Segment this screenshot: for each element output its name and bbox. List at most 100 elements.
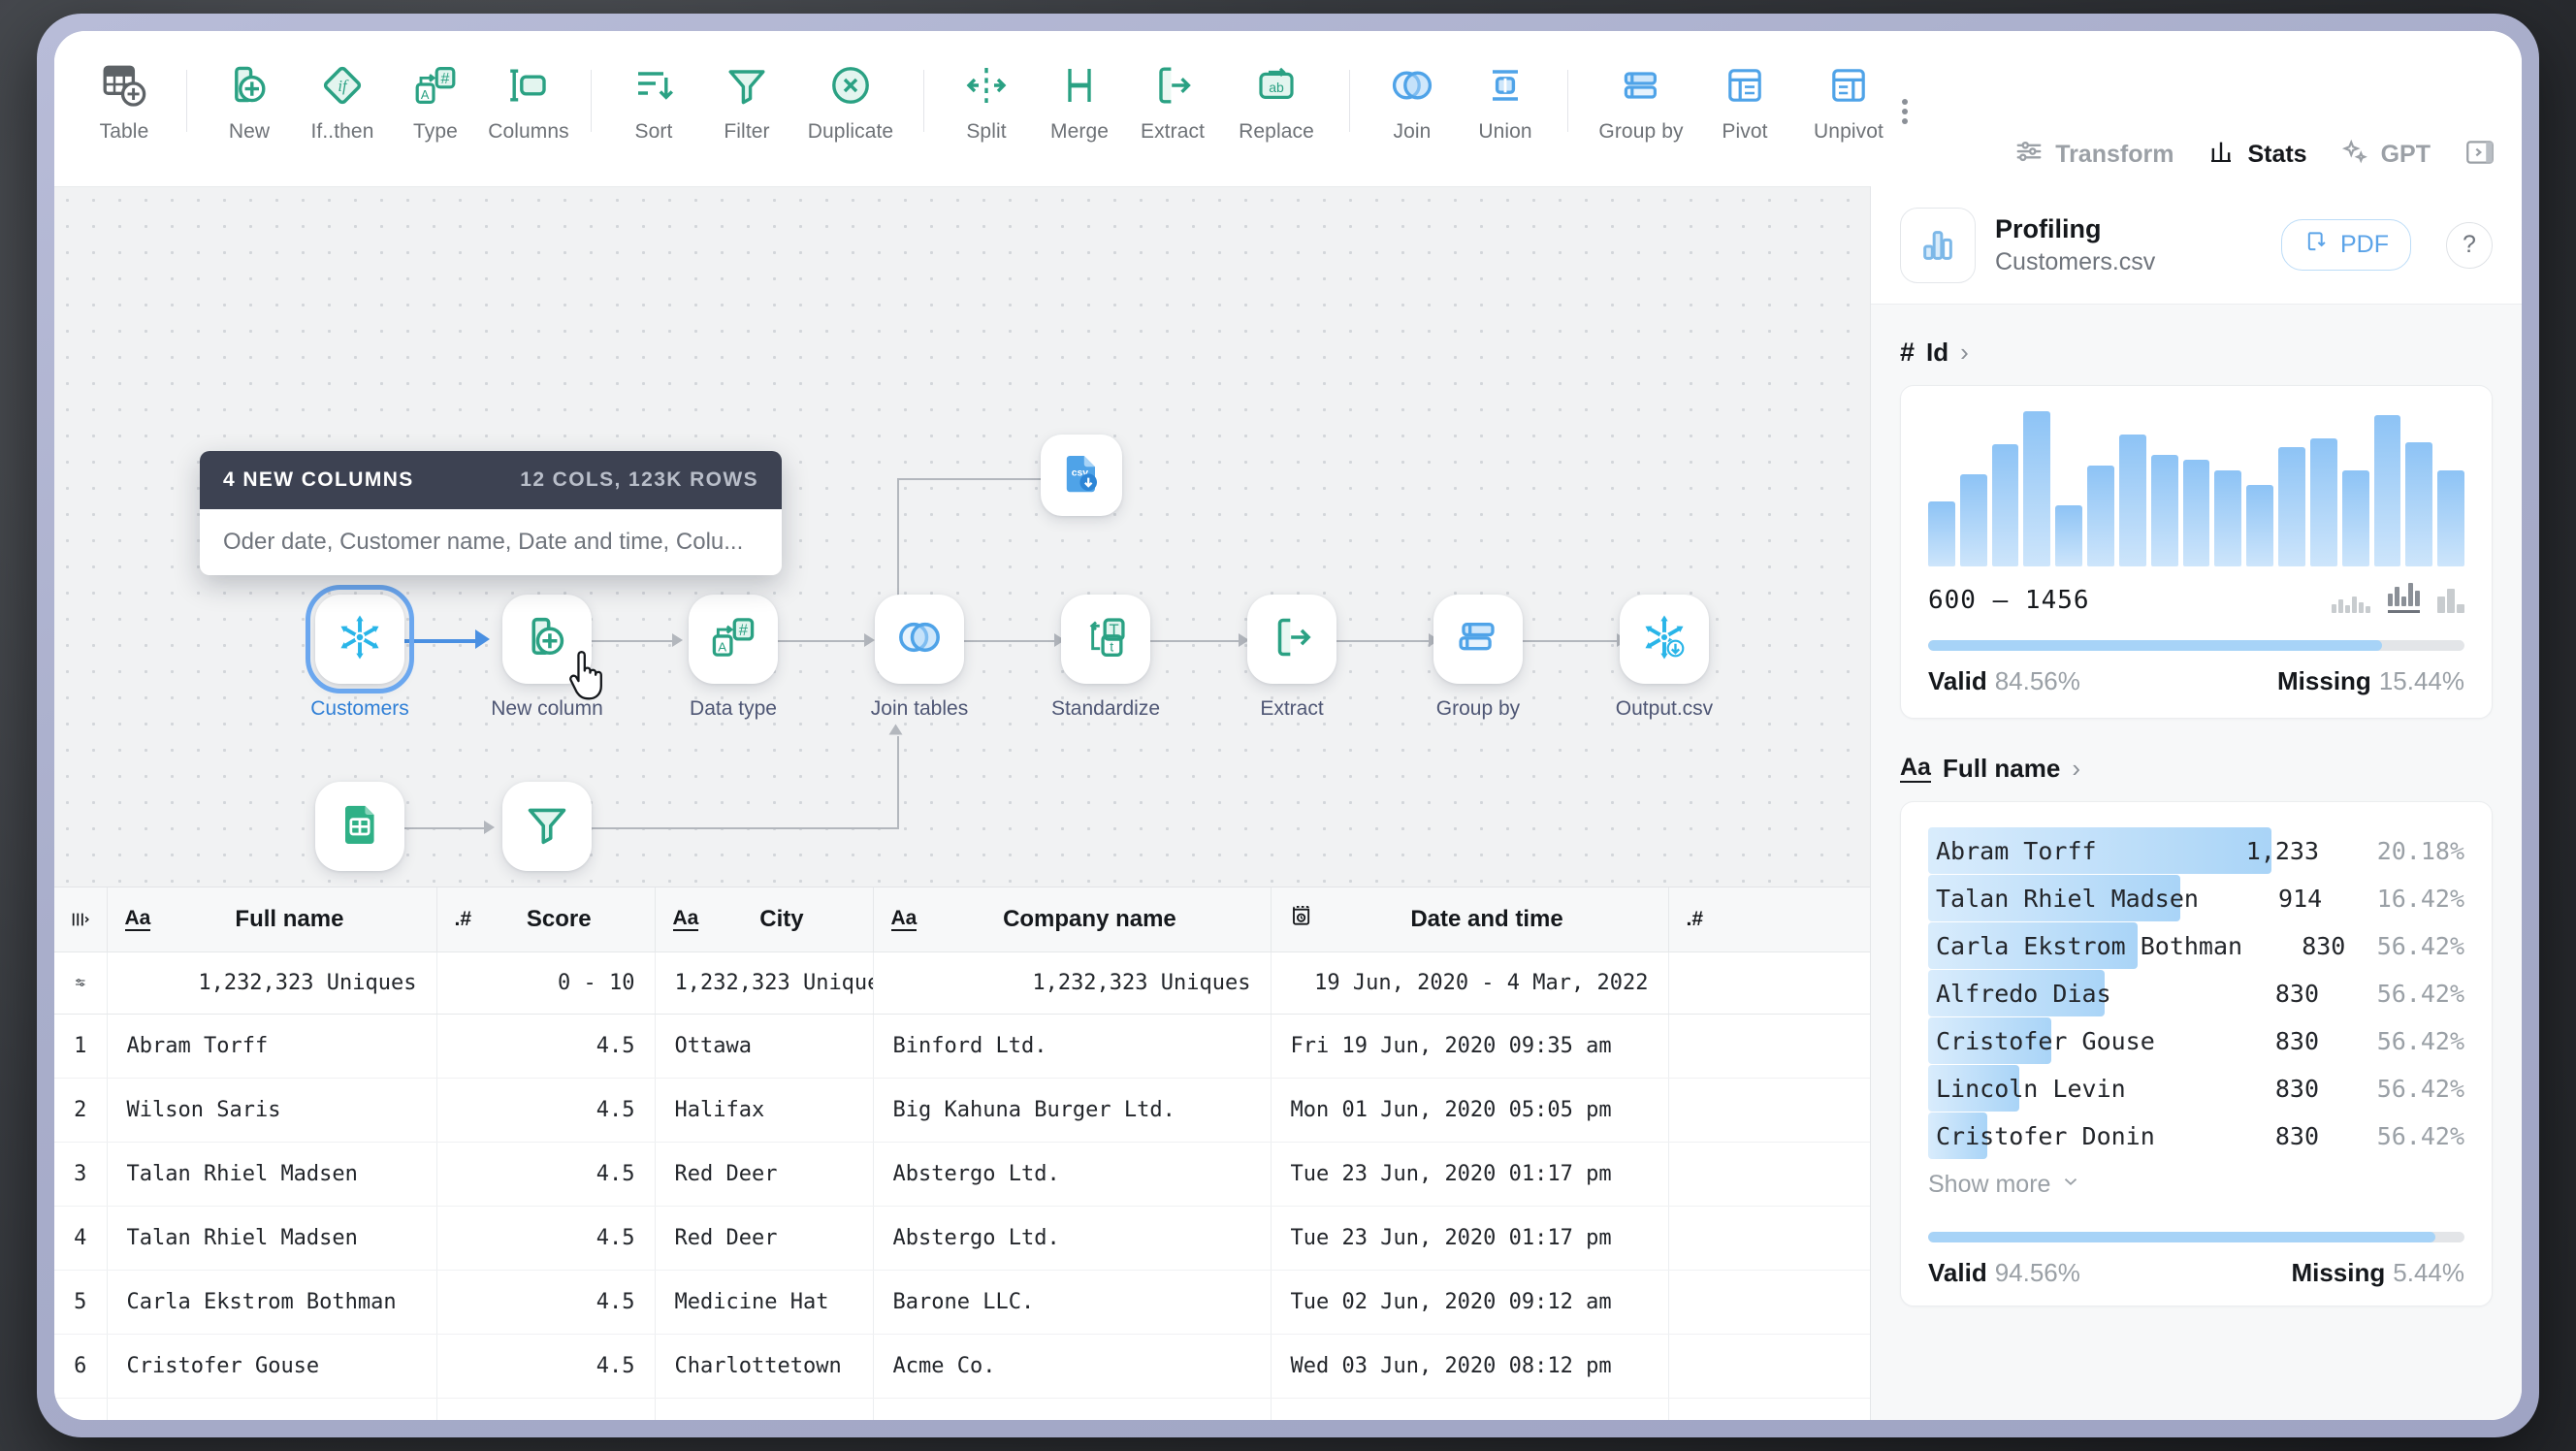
cell-date-and-time[interactable]: Tue 23 Jun, 2020 01:17 pm <box>1271 1206 1668 1270</box>
flow-node-customers[interactable]: Customers <box>294 595 426 721</box>
flow-node-box[interactable] <box>315 595 404 684</box>
cell-last[interactable] <box>1668 1398 1870 1420</box>
new-columns-callout[interactable]: 4 NEW COLUMNS 12 COLS, 123K ROWS Oder da… <box>200 451 782 575</box>
more-vertical-icon[interactable] <box>1902 95 1908 128</box>
column-header-last[interactable]: .# <box>1668 887 1870 951</box>
cell-full-name[interactable]: Carla Ekstrom Bothman <box>107 1270 436 1334</box>
flow-node-box[interactable] <box>1620 595 1709 684</box>
histogram-mode-medium[interactable] <box>2388 588 2420 613</box>
flow-node-box[interactable]: A # <box>689 595 778 684</box>
flow-node-box[interactable] <box>502 782 592 871</box>
cell-company-name[interactable]: Abstergo Ltd. <box>873 1206 1271 1270</box>
table-row[interactable]: 1 Abram Torff 4.5 Ottawa Binford Ltd. Fr… <box>54 1014 1870 1078</box>
column-header-score[interactable]: .#Score <box>436 887 655 951</box>
cell-full-name[interactable]: Wilson Saris <box>107 1078 436 1142</box>
cell-city[interactable]: Medicine Hat <box>655 1270 873 1334</box>
toolbar-tab-gpt[interactable]: GPT <box>2340 137 2431 173</box>
export-pdf-button[interactable]: PDF <box>2281 219 2411 271</box>
flow-node-box[interactable] <box>1433 595 1523 684</box>
table-row[interactable]: 7 Abram Botosh 4.5 Laval Biffco Enterpri… <box>54 1398 1870 1420</box>
show-more-button[interactable]: Show more <box>1928 1171 2464 1199</box>
cell-score[interactable]: 4.5 <box>436 1334 655 1398</box>
flow-node-data-type[interactable]: A # Data type <box>667 595 799 721</box>
histogram-mode-fine[interactable] <box>2332 588 2370 613</box>
cell-score[interactable]: 4.5 <box>436 1206 655 1270</box>
cell-date-and-time[interactable]: Thu 11 Jun, 2020 02:22 am <box>1271 1398 1668 1420</box>
value-distribution-row[interactable]: Carla Ekstrom Bothman83056.42% <box>1928 922 2464 969</box>
flow-node-group-by[interactable]: Group by <box>1412 595 1544 721</box>
cell-full-name[interactable]: Talan Rhiel Madsen <box>107 1206 436 1270</box>
cell-full-name[interactable]: Abram Botosh <box>107 1398 436 1420</box>
toolbar-button-new[interactable]: New <box>203 54 296 144</box>
toolbar-button-merge[interactable]: Merge <box>1033 54 1126 144</box>
toolbar-button-join[interactable]: Join <box>1366 54 1459 144</box>
flow-node-box[interactable] <box>1247 595 1336 684</box>
flow-node-join-tables[interactable]: Join tables <box>853 595 985 721</box>
toolbar-button-split[interactable]: Split <box>940 54 1033 144</box>
flow-node-csv-output[interactable]: csv <box>1036 435 1127 516</box>
cell-last[interactable] <box>1668 1142 1870 1206</box>
cell-full-name[interactable]: Abram Torff <box>107 1014 436 1078</box>
cell-company-name[interactable]: Biffco Enterprises Ltd. <box>873 1398 1271 1420</box>
toolbar-tab-stats[interactable]: Stats <box>2206 137 2306 173</box>
cell-city[interactable]: Red Deer <box>655 1206 873 1270</box>
cell-date-and-time[interactable]: Wed 03 Jun, 2020 08:12 pm <box>1271 1334 1668 1398</box>
summary-settings-icon[interactable] <box>54 951 107 1014</box>
table-row[interactable]: 5 Carla Ekstrom Bothman 4.5 Medicine Hat… <box>54 1270 1870 1334</box>
cell-city[interactable]: Charlottetown <box>655 1334 873 1398</box>
reorder-icon[interactable] <box>54 909 107 930</box>
flow-node-sales-xls[interactable]: Sales.xls <box>294 782 426 887</box>
toolbar-button-union[interactable]: Union <box>1459 54 1552 144</box>
toolbar-button-columns[interactable]: Columns <box>482 54 575 144</box>
cell-city[interactable]: Red Deer <box>655 1142 873 1206</box>
flow-node-standardize[interactable]: T t Standardize <box>1040 595 1172 721</box>
cell-score[interactable]: 4.5 <box>436 1014 655 1078</box>
column-header-full-name[interactable]: AaFull name <box>107 887 436 951</box>
cell-last[interactable] <box>1668 1078 1870 1142</box>
toolbar-button-filter[interactable]: Filter <box>700 54 793 144</box>
toolbar-button-sort[interactable]: Sort <box>607 54 700 144</box>
cell-last[interactable] <box>1668 1014 1870 1078</box>
data-grid[interactable]: AaFull name .#Score AaCity AaCompany nam… <box>54 887 1870 1420</box>
cell-company-name[interactable]: Binford Ltd. <box>873 1014 1271 1078</box>
toolbar-tab-transform[interactable]: Transform <box>2014 137 2174 173</box>
cell-date-and-time[interactable]: Tue 02 Jun, 2020 09:12 am <box>1271 1270 1668 1334</box>
cell-city[interactable]: Laval <box>655 1398 873 1420</box>
value-distribution-row[interactable]: Cristofer Gouse83056.42% <box>1928 1017 2464 1064</box>
toolbar-button-type[interactable]: A # Type <box>389 54 482 144</box>
flow-node-box[interactable] <box>315 782 404 871</box>
cell-full-name[interactable]: Cristofer Gouse <box>107 1334 436 1398</box>
cell-last[interactable] <box>1668 1206 1870 1270</box>
cell-date-and-time[interactable]: Tue 23 Jun, 2020 01:17 pm <box>1271 1142 1668 1206</box>
cell-score[interactable]: 4.5 <box>436 1078 655 1142</box>
flow-node-extract[interactable]: Extract <box>1226 595 1358 721</box>
cell-company-name[interactable]: Big Kahuna Burger Ltd. <box>873 1078 1271 1142</box>
flow-node-filter[interactable]: Filter <box>481 782 613 887</box>
profiling-section-title-full-name[interactable]: Aa Full name › <box>1900 754 2493 784</box>
flow-node-box[interactable] <box>875 595 964 684</box>
cell-date-and-time[interactable]: Fri 19 Jun, 2020 09:35 am <box>1271 1014 1668 1078</box>
cell-company-name[interactable]: Abstergo Ltd. <box>873 1142 1271 1206</box>
cell-last[interactable] <box>1668 1270 1870 1334</box>
toolbar-button-pivot[interactable]: Pivot <box>1698 54 1791 144</box>
cell-company-name[interactable]: Barone LLC. <box>873 1270 1271 1334</box>
value-distribution-row[interactable]: Abram Torff1,23320.18% <box>1928 827 2464 874</box>
column-header-city[interactable]: AaCity <box>655 887 873 951</box>
column-header-index[interactable] <box>54 887 107 951</box>
value-distribution-row[interactable]: Talan Rhiel Madsen91416.42% <box>1928 875 2464 921</box>
table-row[interactable]: 2 Wilson Saris 4.5 Halifax Big Kahuna Bu… <box>54 1078 1870 1142</box>
toolbar-button-replace[interactable]: ab Replace <box>1219 54 1334 144</box>
cell-city[interactable]: Ottawa <box>655 1014 873 1078</box>
value-distribution-row[interactable]: Alfredo Dias83056.42% <box>1928 970 2464 1016</box>
flow-canvas[interactable]: csv <box>54 186 1870 887</box>
cell-company-name[interactable]: Acme Co. <box>873 1334 1271 1398</box>
panel-collapse-icon[interactable] <box>2463 136 2496 174</box>
toolbar-button-group-by[interactable]: Group by <box>1584 54 1698 144</box>
toolbar-button-table[interactable]: Table <box>78 54 171 144</box>
help-button[interactable]: ? <box>2446 222 2493 269</box>
column-header-date-and-time[interactable]: Date and time <box>1271 887 1668 951</box>
cell-last[interactable] <box>1668 1334 1870 1398</box>
flow-node-output-csv[interactable]: Output.csv <box>1598 595 1730 721</box>
cell-score[interactable]: 4.5 <box>436 1142 655 1206</box>
toolbar-button-extract[interactable]: Extract <box>1126 54 1219 144</box>
